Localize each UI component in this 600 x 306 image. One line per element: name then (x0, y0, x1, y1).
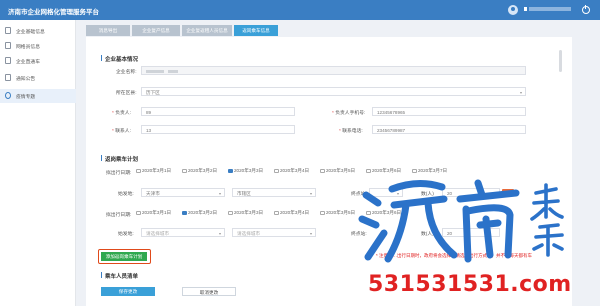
contact-phone-input[interactable]: 23456789987 (372, 125, 526, 134)
origin-city-placeholder: 请选择城市 (146, 230, 169, 236)
virus-icon (5, 92, 11, 99)
sidebar-item-notices[interactable]: 通知公告 (0, 71, 76, 85)
masked-text (146, 70, 164, 73)
tab-returning-staff[interactable]: 企业复返租人员信息 (182, 25, 232, 36)
document-icon (5, 27, 11, 34)
chevron-down-icon: ▾ (218, 191, 221, 196)
tab-export[interactable]: 消息导出 (86, 25, 130, 36)
date-option[interactable]: 2020年3月3日 (228, 210, 263, 216)
date-option[interactable]: 2020年3月1日 (136, 210, 171, 216)
origin-district-select[interactable]: 请选择城市 ▾ (232, 228, 316, 237)
company-name-field (141, 66, 526, 75)
sidebar-item-label: 通知公告 (16, 77, 36, 82)
user-avatar-icon[interactable] (508, 5, 518, 15)
travel-date-label: 拟出行日期: (106, 171, 132, 176)
watermark-logo (358, 179, 564, 263)
owner-phone-label: * 负责人手机号: (332, 111, 366, 116)
origin-city-select[interactable]: 请选择城市 ▾ (141, 228, 225, 237)
contact-phone-label: * 联系电话: (339, 129, 363, 134)
sidebar-item-grid-staff[interactable]: 网格员信息 (0, 39, 76, 53)
district-value: 历下区 (146, 89, 160, 95)
date-option[interactable]: 2020年3月4日 (274, 168, 309, 174)
chevron-down-icon: ▾ (519, 90, 522, 95)
tab-resume-info[interactable]: 企业复产信息 (132, 25, 180, 36)
section-title-staff: 乘车人员清单 (105, 274, 139, 280)
date-option[interactable]: 2020年3月4日 (274, 210, 309, 216)
date-option[interactable]: 2020年3月5日 (320, 210, 355, 216)
sidebar-item-direct-train[interactable]: 企业直通车 (0, 54, 76, 68)
date-option[interactable]: 2020年3月6日 (366, 168, 401, 174)
section-title-basic: 企业基本情况 (105, 57, 139, 63)
contact-input[interactable]: 13 (141, 125, 295, 134)
scrollbar-thumb[interactable] (559, 50, 562, 72)
date-option[interactable]: 2020年3月2日 (182, 168, 217, 174)
chevron-down-icon: ▾ (309, 231, 312, 236)
section-title-plan: 返岗乘车计划 (105, 157, 139, 163)
save-button[interactable]: 保存更改 (101, 287, 155, 296)
sidebar: 企业基础信息 网格员信息 企业直通车 通知公告 疫情专题 (0, 20, 76, 306)
user-name-masked (529, 7, 571, 11)
masked-text (168, 70, 178, 73)
origin-label: 始发地: (118, 232, 134, 237)
user-badge[interactable] (524, 7, 527, 11)
sidebar-item-company-info[interactable]: 企业基础信息 (0, 24, 76, 38)
company-name-label: 企业名称: (116, 70, 137, 75)
sidebar-item-epidemic[interactable]: 疫情专题 (0, 89, 76, 103)
top-header: 济南市企业网格化管理服务平台 (0, 0, 600, 20)
origin-city-value: 天津市 (146, 190, 160, 196)
sidebar-item-label: 企业直通车 (16, 60, 40, 65)
owner-input[interactable]: 89 (141, 107, 295, 116)
origin-city-select[interactable]: 天津市 ▾ (141, 188, 225, 197)
date-option[interactable]: 2020年3月1日 (136, 168, 171, 174)
date-option[interactable]: 2020年3月7日 (412, 168, 447, 174)
id-card-icon (5, 42, 11, 49)
tab-return-transport[interactable]: 返岗乘车信息 (234, 25, 278, 36)
origin-district-value: 市辖区 (237, 190, 251, 196)
contact-label: * 联系人: (112, 129, 131, 134)
sidebar-item-label: 网格员信息 (16, 45, 40, 50)
origin-district-select[interactable]: 市辖区 ▾ (232, 188, 316, 197)
car-icon (5, 57, 11, 64)
chevron-down-icon: ▾ (309, 191, 312, 196)
date-option-checked[interactable]: 2020年3月2日 (182, 210, 217, 216)
app-title: 济南市企业网格化管理服务平台 (8, 9, 99, 16)
highlight-box (98, 249, 151, 264)
owner-phone-input[interactable]: 12345678965 (372, 107, 526, 116)
origin-label: 始发地: (118, 192, 134, 197)
travel-date-label: 拟出行日期: (106, 213, 132, 218)
origin-district-placeholder: 请选择城市 (237, 230, 260, 236)
cancel-button[interactable]: 取消更改 (182, 287, 236, 296)
district-label: 所在区县: (116, 91, 137, 96)
section-marker (101, 272, 103, 278)
bell-icon (5, 74, 11, 81)
watermark-text: 531531531.com (368, 272, 572, 297)
sidebar-item-label: 疫情专题 (16, 95, 36, 100)
owner-label: * 负责人: (112, 111, 131, 116)
chevron-down-icon: ▾ (218, 231, 221, 236)
date-option-checked[interactable]: 2020年3月3日 (228, 168, 263, 174)
district-select[interactable]: 历下区 ▾ (141, 87, 526, 96)
logout-icon[interactable] (582, 5, 590, 14)
sidebar-item-label: 企业基础信息 (16, 30, 45, 35)
section-marker (101, 155, 103, 161)
section-marker (101, 55, 103, 61)
date-option[interactable]: 2020年3月5日 (320, 168, 355, 174)
